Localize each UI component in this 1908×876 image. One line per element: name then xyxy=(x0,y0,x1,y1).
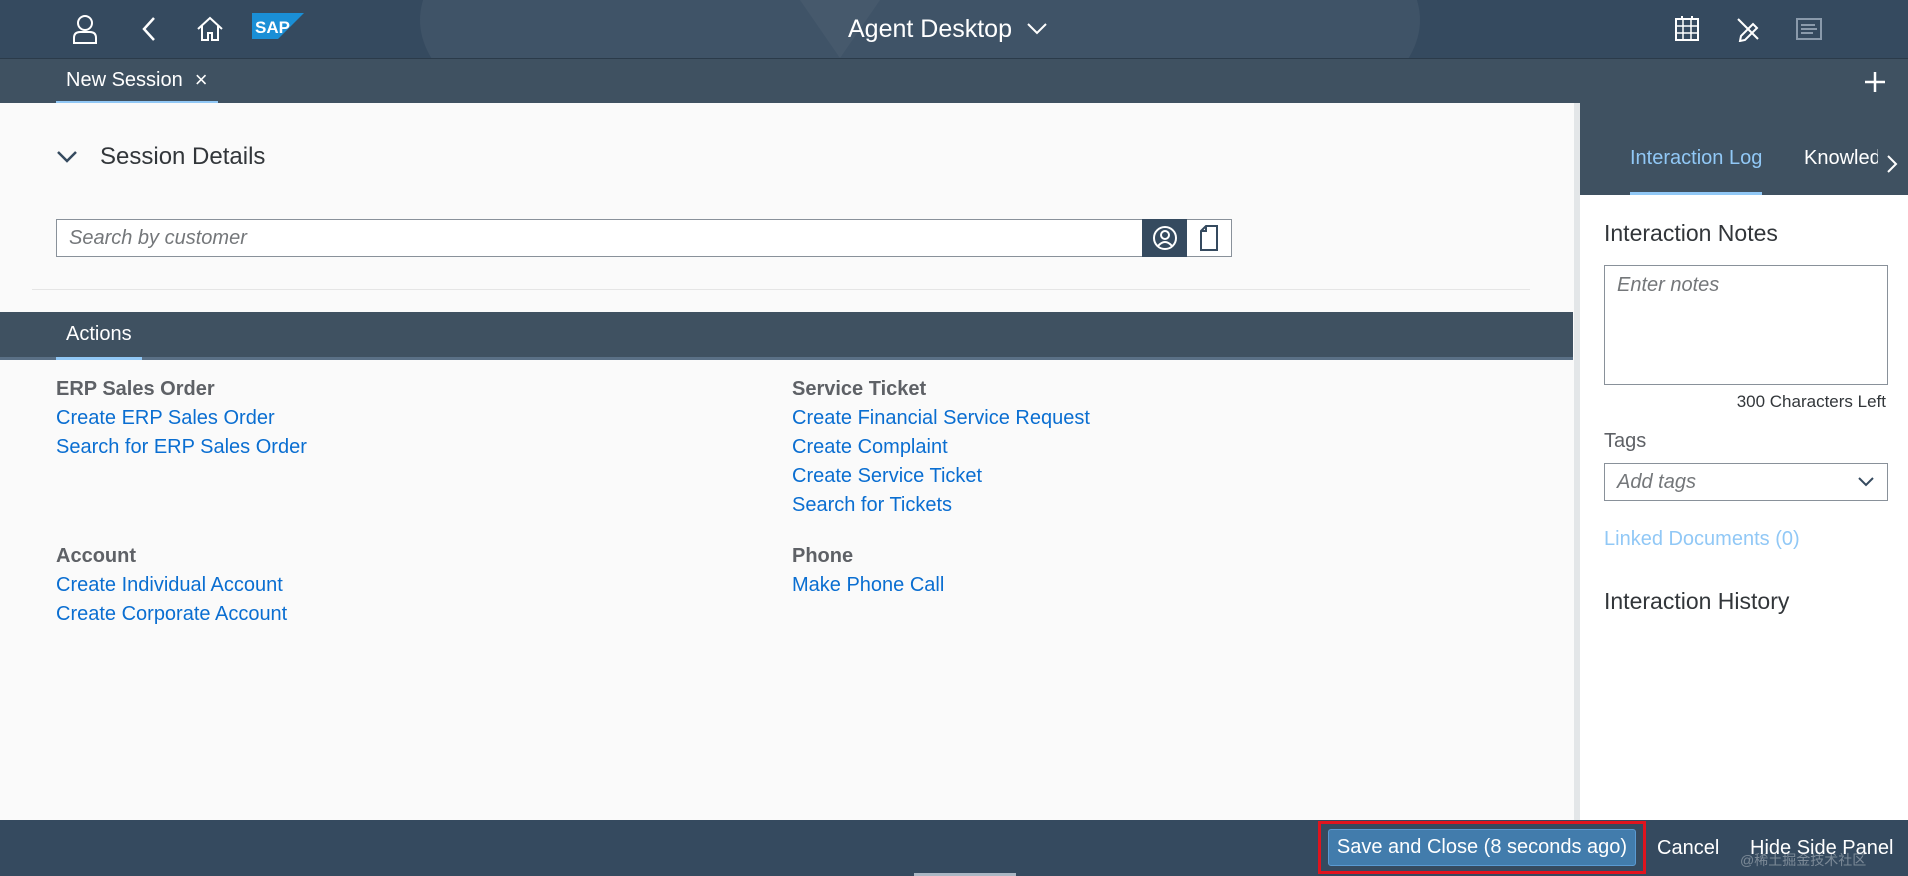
chevron-right-icon xyxy=(1887,155,1898,173)
characters-left: 300 Characters Left xyxy=(1736,392,1886,411)
link-create-erp-sales-order[interactable]: Create ERP Sales Order xyxy=(56,404,307,433)
shell-header: SAP Agent Desktop xyxy=(0,0,1908,58)
add-tab-button[interactable] xyxy=(1858,65,1892,99)
group-title: Account xyxy=(56,545,136,567)
link-search-erp-sales-order[interactable]: Search for ERP Sales Order xyxy=(56,433,307,462)
group-title: Phone xyxy=(792,545,854,567)
action-group-erp: ERP Sales Order Create ERP Sales Order S… xyxy=(56,375,307,462)
link-create-individual-account[interactable]: Create Individual Account xyxy=(56,571,287,600)
link-create-corporate-account[interactable]: Create Corporate Account xyxy=(56,600,287,629)
app-title: Agent Desktop xyxy=(848,14,1012,43)
section-title: Session Details xyxy=(100,143,266,170)
customer-search-button[interactable] xyxy=(1142,219,1187,257)
customer-search xyxy=(56,219,1232,257)
tags-label: Tags xyxy=(1604,430,1647,452)
tags-placeholder: Add tags xyxy=(1617,470,1696,493)
close-icon[interactable]: × xyxy=(195,67,208,93)
session-details-toggle[interactable]: Session Details xyxy=(56,143,265,171)
tab-interaction-log[interactable]: Interaction Log xyxy=(1630,133,1763,195)
actions-tab-bar: Actions xyxy=(0,312,1573,360)
action-group-account: Account Create Individual Account Create… xyxy=(56,542,287,629)
home-icon[interactable] xyxy=(191,10,229,48)
grid-calendar-icon[interactable] xyxy=(1668,10,1706,48)
search-input[interactable] xyxy=(56,219,1142,257)
side-panel-tabs: Interaction Log Knowledge xyxy=(1580,103,1908,195)
footer-toolbar: Save and Close (8 seconds ago) Cancel Hi… xyxy=(0,820,1908,876)
tab-actions[interactable]: Actions xyxy=(56,312,142,360)
group-title: ERP Sales Order xyxy=(56,378,215,400)
edit-off-icon[interactable] xyxy=(1729,10,1767,48)
link-make-phone-call[interactable]: Make Phone Call xyxy=(792,571,944,600)
tags-combobox[interactable]: Add tags xyxy=(1604,463,1888,501)
session-tab-bar: New Session × xyxy=(0,58,1908,104)
document-icon xyxy=(1200,225,1218,251)
document-search-button[interactable] xyxy=(1187,219,1232,257)
link-create-financial-service-request[interactable]: Create Financial Service Request xyxy=(792,404,1090,433)
link-create-complaint[interactable]: Create Complaint xyxy=(792,433,1090,462)
cancel-button[interactable]: Cancel xyxy=(1657,830,1719,866)
chevron-down-icon xyxy=(1027,23,1047,35)
highlight-frame: Save and Close (8 seconds ago) xyxy=(1318,821,1646,874)
history-heading: Interaction History xyxy=(1604,588,1790,614)
side-tabs-next[interactable] xyxy=(1880,149,1904,179)
save-and-close-button[interactable]: Save and Close (8 seconds ago) xyxy=(1328,829,1636,866)
tab-label: New Session xyxy=(66,68,183,91)
chevron-down-icon xyxy=(1858,477,1874,487)
action-group-service-ticket: Service Ticket Create Financial Service … xyxy=(792,375,1090,520)
divider xyxy=(32,289,1530,290)
sap-logo[interactable]: SAP xyxy=(252,13,304,39)
side-panel: Interaction Log Knowledge Interaction No… xyxy=(1574,103,1908,820)
group-title: Service Ticket xyxy=(792,378,927,400)
app-title-menu[interactable]: Agent Desktop xyxy=(848,10,1048,48)
tab-new-session[interactable]: New Session × xyxy=(56,59,218,104)
chevron-down-icon xyxy=(57,151,77,163)
back-icon[interactable] xyxy=(130,10,168,48)
plus-icon xyxy=(1865,72,1885,92)
toggle-panel-icon[interactable] xyxy=(1790,10,1828,48)
watermark: @稀土掘金技术社区 xyxy=(1740,852,1867,868)
customer-icon xyxy=(1152,226,1177,250)
user-icon[interactable] xyxy=(66,10,104,48)
action-group-phone: Phone Make Phone Call xyxy=(792,542,944,600)
tab-knowledge[interactable]: Knowledge xyxy=(1804,133,1878,195)
svg-text:SAP: SAP xyxy=(255,18,290,37)
linked-documents-link[interactable]: Linked Documents (0) xyxy=(1604,528,1800,551)
main-content: Session Details Actions ERP Sales Order … xyxy=(0,103,1574,820)
link-search-tickets[interactable]: Search for Tickets xyxy=(792,491,1090,520)
link-create-service-ticket[interactable]: Create Service Ticket xyxy=(792,462,1090,491)
notes-heading: Interaction Notes xyxy=(1604,220,1778,246)
notes-textarea[interactable] xyxy=(1604,265,1888,385)
